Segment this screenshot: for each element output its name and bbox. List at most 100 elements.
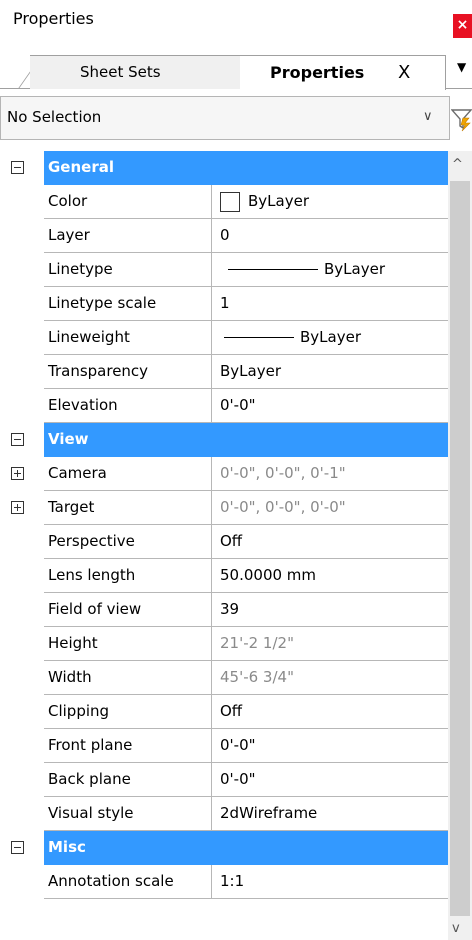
tab-menu-arrow-icon[interactable]: ▼ (457, 60, 466, 74)
panel-titlebar: Properties × (0, 0, 472, 40)
property-value[interactable]: Off (212, 695, 448, 729)
property-row-camera[interactable]: Camera 0'-0", 0'-0", 0'-1" (0, 457, 448, 491)
property-value[interactable]: 0'-0" (212, 729, 448, 763)
property-name: Back plane (44, 763, 212, 797)
linetype-preview-icon (228, 269, 318, 270)
property-row-linetype[interactable]: Linetype ByLayer (0, 253, 448, 287)
property-row-width[interactable]: Width 45'-6 3/4" (0, 661, 448, 695)
row-gutter (0, 525, 44, 559)
property-name: Height (44, 627, 212, 661)
close-tab-icon[interactable]: X (398, 56, 410, 89)
scrollbar-thumb[interactable] (450, 181, 470, 916)
property-value[interactable]: 0'-0" (212, 763, 448, 797)
chevron-down-icon[interactable]: ∨ (423, 109, 433, 124)
row-gutter (0, 729, 44, 763)
property-row-color[interactable]: Color ByLayer (0, 185, 448, 219)
property-value[interactable]: 2dWireframe (212, 797, 448, 831)
selection-dropdown[interactable]: No Selection ∨ (0, 96, 450, 140)
property-value: 21'-2 1/2" (212, 627, 448, 661)
property-value[interactable]: 0'-0" (212, 389, 448, 423)
row-gutter (0, 287, 44, 321)
tab-properties[interactable]: Properties X (240, 55, 446, 90)
row-gutter (0, 695, 44, 729)
close-panel-button[interactable]: × (453, 14, 472, 38)
property-name: Color (44, 185, 212, 219)
property-name: Linetype scale (44, 287, 212, 321)
property-value: 45'-6 3/4" (212, 661, 448, 695)
category-label: Misc (44, 831, 448, 865)
scroll-down-icon[interactable]: v (452, 921, 460, 936)
expand-icon[interactable] (11, 467, 24, 480)
row-gutter (0, 355, 44, 389)
row-gutter (0, 593, 44, 627)
property-name: Width (44, 661, 212, 695)
collapse-icon[interactable] (11, 841, 24, 854)
row-gutter (0, 491, 44, 525)
property-value[interactable]: 39 (212, 593, 448, 627)
tab-sheet-sets-label: Sheet Sets (80, 63, 161, 81)
property-name: Elevation (44, 389, 212, 423)
property-value-text: ByLayer (300, 328, 361, 346)
row-gutter (0, 321, 44, 355)
property-value: 0'-0", 0'-0", 0'-0" (212, 491, 448, 525)
tab-properties-label: Properties (270, 63, 365, 82)
expand-icon[interactable] (11, 501, 24, 514)
lineweight-preview-icon (224, 337, 294, 338)
quick-select-filter-icon[interactable] (451, 104, 472, 132)
row-gutter (0, 797, 44, 831)
collapse-icon[interactable] (11, 433, 24, 446)
row-gutter (0, 627, 44, 661)
row-gutter (0, 763, 44, 797)
property-value[interactable]: ByLayer (212, 185, 448, 219)
property-name: Visual style (44, 797, 212, 831)
row-gutter (0, 559, 44, 593)
property-row-transparency[interactable]: Transparency ByLayer (0, 355, 448, 389)
category-label: View (44, 423, 448, 457)
row-gutter (0, 253, 44, 287)
row-gutter (0, 219, 44, 253)
property-row-field-of-view[interactable]: Field of view 39 (0, 593, 448, 627)
row-gutter (0, 661, 44, 695)
property-value-text: ByLayer (324, 260, 385, 278)
category-view[interactable]: View (0, 423, 448, 457)
property-row-annotation-scale[interactable]: Annotation scale 1:1 (0, 865, 448, 899)
row-gutter (0, 185, 44, 219)
property-value: 0'-0", 0'-0", 0'-1" (212, 457, 448, 491)
property-value[interactable]: 0 (212, 219, 448, 253)
property-row-linetype-scale[interactable]: Linetype scale 1 (0, 287, 448, 321)
tab-sheet-sets[interactable]: Sheet Sets (30, 55, 250, 89)
collapse-icon[interactable] (11, 161, 24, 174)
property-value[interactable]: 1:1 (212, 865, 448, 899)
property-row-front-plane[interactable]: Front plane 0'-0" (0, 729, 448, 763)
property-name: Front plane (44, 729, 212, 763)
property-row-lens-length[interactable]: Lens length 50.0000 mm (0, 559, 448, 593)
property-value[interactable]: ByLayer (212, 321, 448, 355)
property-value[interactable]: 1 (212, 287, 448, 321)
property-row-target[interactable]: Target 0'-0", 0'-0", 0'-0" (0, 491, 448, 525)
property-name: Linetype (44, 253, 212, 287)
row-gutter (0, 865, 44, 899)
scroll-up-icon[interactable]: ^ (452, 157, 463, 172)
tab-strip: Sheet Sets Properties X (0, 55, 472, 90)
category-misc[interactable]: Misc (0, 831, 448, 865)
vertical-scrollbar[interactable]: ^ v (448, 151, 472, 940)
property-row-height[interactable]: Height 21'-2 1/2" (0, 627, 448, 661)
property-value[interactable]: Off (212, 525, 448, 559)
panel-title: Properties (13, 9, 94, 28)
property-name: Field of view (44, 593, 212, 627)
property-name: Transparency (44, 355, 212, 389)
selection-value: No Selection (7, 108, 102, 126)
property-row-elevation[interactable]: Elevation 0'-0" (0, 389, 448, 423)
property-value[interactable]: 50.0000 mm (212, 559, 448, 593)
property-value[interactable]: ByLayer (212, 253, 448, 287)
category-general[interactable]: General (0, 151, 448, 185)
property-row-layer[interactable]: Layer 0 (0, 219, 448, 253)
property-row-lineweight[interactable]: Lineweight ByLayer (0, 321, 448, 355)
property-value[interactable]: ByLayer (212, 355, 448, 389)
property-row-visual-style[interactable]: Visual style 2dWireframe (0, 797, 448, 831)
property-row-clipping[interactable]: Clipping Off (0, 695, 448, 729)
property-row-perspective[interactable]: Perspective Off (0, 525, 448, 559)
property-row-back-plane[interactable]: Back plane 0'-0" (0, 763, 448, 797)
property-name: Lineweight (44, 321, 212, 355)
category-label: General (44, 151, 448, 185)
